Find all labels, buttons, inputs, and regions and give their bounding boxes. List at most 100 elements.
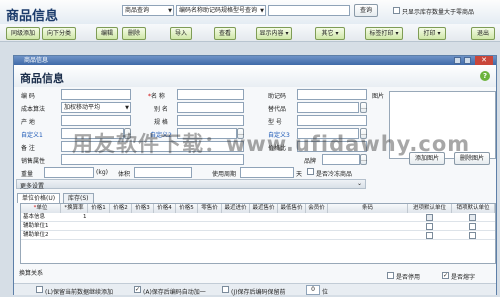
keep-data-checkbox[interactable] xyxy=(36,286,43,293)
chevron-down-icon: ▼ xyxy=(260,8,264,14)
code-input[interactable] xyxy=(61,89,131,100)
edit-button[interactable]: 编辑 xyxy=(96,27,118,40)
app-titlebar: 商品信息 商品查询 ▼ 编码名称助记码规格型号查询 ▼ 查询 只显示库存数量大于零商… xyxy=(0,0,500,24)
label-print-button[interactable]: 标签打印 ▾ xyxy=(365,27,403,40)
row-label: 基本信息 xyxy=(23,214,46,220)
chevron-down-icon: ▾ xyxy=(437,30,441,37)
table-row[interactable]: 基本信息 1 xyxy=(21,213,495,222)
chevron-down-icon: ▾ xyxy=(395,30,399,37)
tab-stock[interactable]: 库存(S) xyxy=(63,193,94,203)
mnemonic-input[interactable] xyxy=(297,89,367,100)
clear-zero-checkbox[interactable] xyxy=(442,272,449,279)
sales-default-checkbox[interactable] xyxy=(469,223,476,230)
substitute-input[interactable] xyxy=(297,102,359,113)
dialog-header: 商品信息 ? xyxy=(14,65,496,87)
model-input[interactable] xyxy=(297,115,367,126)
row-label: 辅助单位1 xyxy=(23,223,49,229)
frozen-checkbox[interactable] xyxy=(307,168,314,175)
cost-method-label: 成本算法 xyxy=(21,106,46,113)
query-mode-value: 编码名称助记码规格型号查询 xyxy=(179,7,258,14)
query-button[interactable]: 查询 xyxy=(354,4,378,17)
alias-input[interactable] xyxy=(177,102,244,113)
image-label: 图片 xyxy=(372,93,385,100)
auto-add-checkbox[interactable] xyxy=(134,286,141,293)
maximize-icon[interactable] xyxy=(464,57,471,64)
substitute-lookup-button[interactable]: … xyxy=(360,102,367,113)
origin-input[interactable] xyxy=(61,115,131,126)
help-icon[interactable]: ? xyxy=(480,71,490,81)
code-prefix-input[interactable]: 0 xyxy=(306,285,320,295)
table-row[interactable]: 辅助单位1 xyxy=(21,222,495,231)
add-child-button[interactable]: 向下分类 xyxy=(42,27,76,40)
custom1-label[interactable]: 自定义1 xyxy=(21,130,43,139)
chevron-down-icon: ⌄ xyxy=(357,180,363,187)
query-field-select[interactable]: 商品查询 ▼ xyxy=(122,5,174,16)
volume-input[interactable] xyxy=(134,167,192,178)
name-input[interactable] xyxy=(177,89,244,100)
import-button[interactable]: 导入 xyxy=(170,27,192,40)
chevron-down-icon: ▼ xyxy=(168,8,172,14)
table-header-cell: 最近售价 xyxy=(250,204,278,213)
name-label: *名 称 xyxy=(148,91,165,100)
table-header-cell: 销项默认单位 xyxy=(452,204,495,213)
purchase-default-checkbox[interactable] xyxy=(426,223,433,230)
sales-attr-label: 销售属性 xyxy=(21,158,46,165)
base-rate-value: 1 xyxy=(83,214,87,220)
weight-label: 重量 xyxy=(21,171,34,178)
print-button[interactable]: 打印 ▾ xyxy=(418,27,446,40)
exit-button[interactable]: 退出 xyxy=(471,27,495,40)
sales-default-checkbox[interactable] xyxy=(469,214,476,221)
frozen-label: 是否冷冻商品 xyxy=(316,171,353,178)
row-label: 辅助单位2 xyxy=(23,232,49,238)
weight-unit: (kg) xyxy=(96,169,108,176)
alias-label: 别 名 xyxy=(154,106,168,113)
code-label: 编 码 xyxy=(21,93,35,100)
stock-filter-checkbox[interactable] xyxy=(393,7,400,14)
table-header-cell: 最低售价 xyxy=(278,204,306,213)
search-input[interactable] xyxy=(268,5,350,16)
label-print-label: 标签打印 xyxy=(369,30,394,37)
keep-data-label: (L)保留当前数据继续添加 xyxy=(45,289,114,296)
table-header-cell: 零售价 xyxy=(198,204,222,213)
app-title: 商品信息 xyxy=(6,9,59,24)
query-mode-select[interactable]: 编码名称助记码规格型号查询 ▼ xyxy=(176,5,266,16)
table-row[interactable]: 辅助单位2 xyxy=(21,231,495,240)
delete-button[interactable]: 删除 xyxy=(122,27,146,40)
weight-input[interactable] xyxy=(44,167,94,178)
purchase-default-checkbox[interactable] xyxy=(426,214,433,221)
remark-label: 备 注 xyxy=(21,145,35,152)
table-header-cell: 价格5 xyxy=(176,204,198,213)
spec-input[interactable] xyxy=(177,115,244,126)
disable-checkbox[interactable] xyxy=(387,272,394,279)
add-sibling-button[interactable]: 同级添加 xyxy=(6,27,40,40)
stock-filter-label: 只显示库存数量大于零商品 xyxy=(402,9,475,16)
code-prefix-label: (J)保存后编码保留前 xyxy=(231,289,286,296)
display-content-button[interactable]: 显示内容 ▾ xyxy=(256,27,292,40)
model-label: 型 号 xyxy=(268,119,282,126)
volume-label: 体积 xyxy=(118,171,131,178)
more-settings-bar[interactable]: 更多设置 ⌄ xyxy=(16,179,366,190)
sales-default-checkbox[interactable] xyxy=(469,232,476,239)
code-prefix-checkbox[interactable] xyxy=(222,286,229,293)
shelf-life-input[interactable] xyxy=(240,167,294,178)
table-header-cell: 价格4 xyxy=(154,204,176,213)
minimize-icon[interactable] xyxy=(454,57,461,64)
other-label: 其它 xyxy=(321,30,334,37)
tab-unit-price[interactable]: 单位价格(U) xyxy=(17,193,61,203)
view-button[interactable]: 查看 xyxy=(214,27,236,40)
table-header-cell: *单位 xyxy=(21,204,61,213)
display-content-label: 显示内容 xyxy=(259,30,284,37)
chevron-down-icon: ▼ xyxy=(125,105,129,111)
other-button[interactable]: 其它 ▾ xyxy=(315,27,345,40)
cost-method-select[interactable]: 加权移动平均 ▼ xyxy=(61,102,131,113)
chevron-down-icon: ▾ xyxy=(285,30,289,37)
table-header-cell: 价格2 xyxy=(110,204,132,213)
header-unit: 单位 xyxy=(36,205,48,211)
close-icon[interactable]: ✕ xyxy=(475,56,493,65)
purchase-default-checkbox[interactable] xyxy=(426,232,433,239)
mnemonic-label: 助记码 xyxy=(268,93,287,100)
table-header-cell: 进项默认单位 xyxy=(408,204,452,213)
substitute-label: 替代品 xyxy=(268,106,287,113)
clear-zero-label: 是否熔字 xyxy=(451,274,476,281)
table-header-cell: 最近进价 xyxy=(222,204,250,213)
